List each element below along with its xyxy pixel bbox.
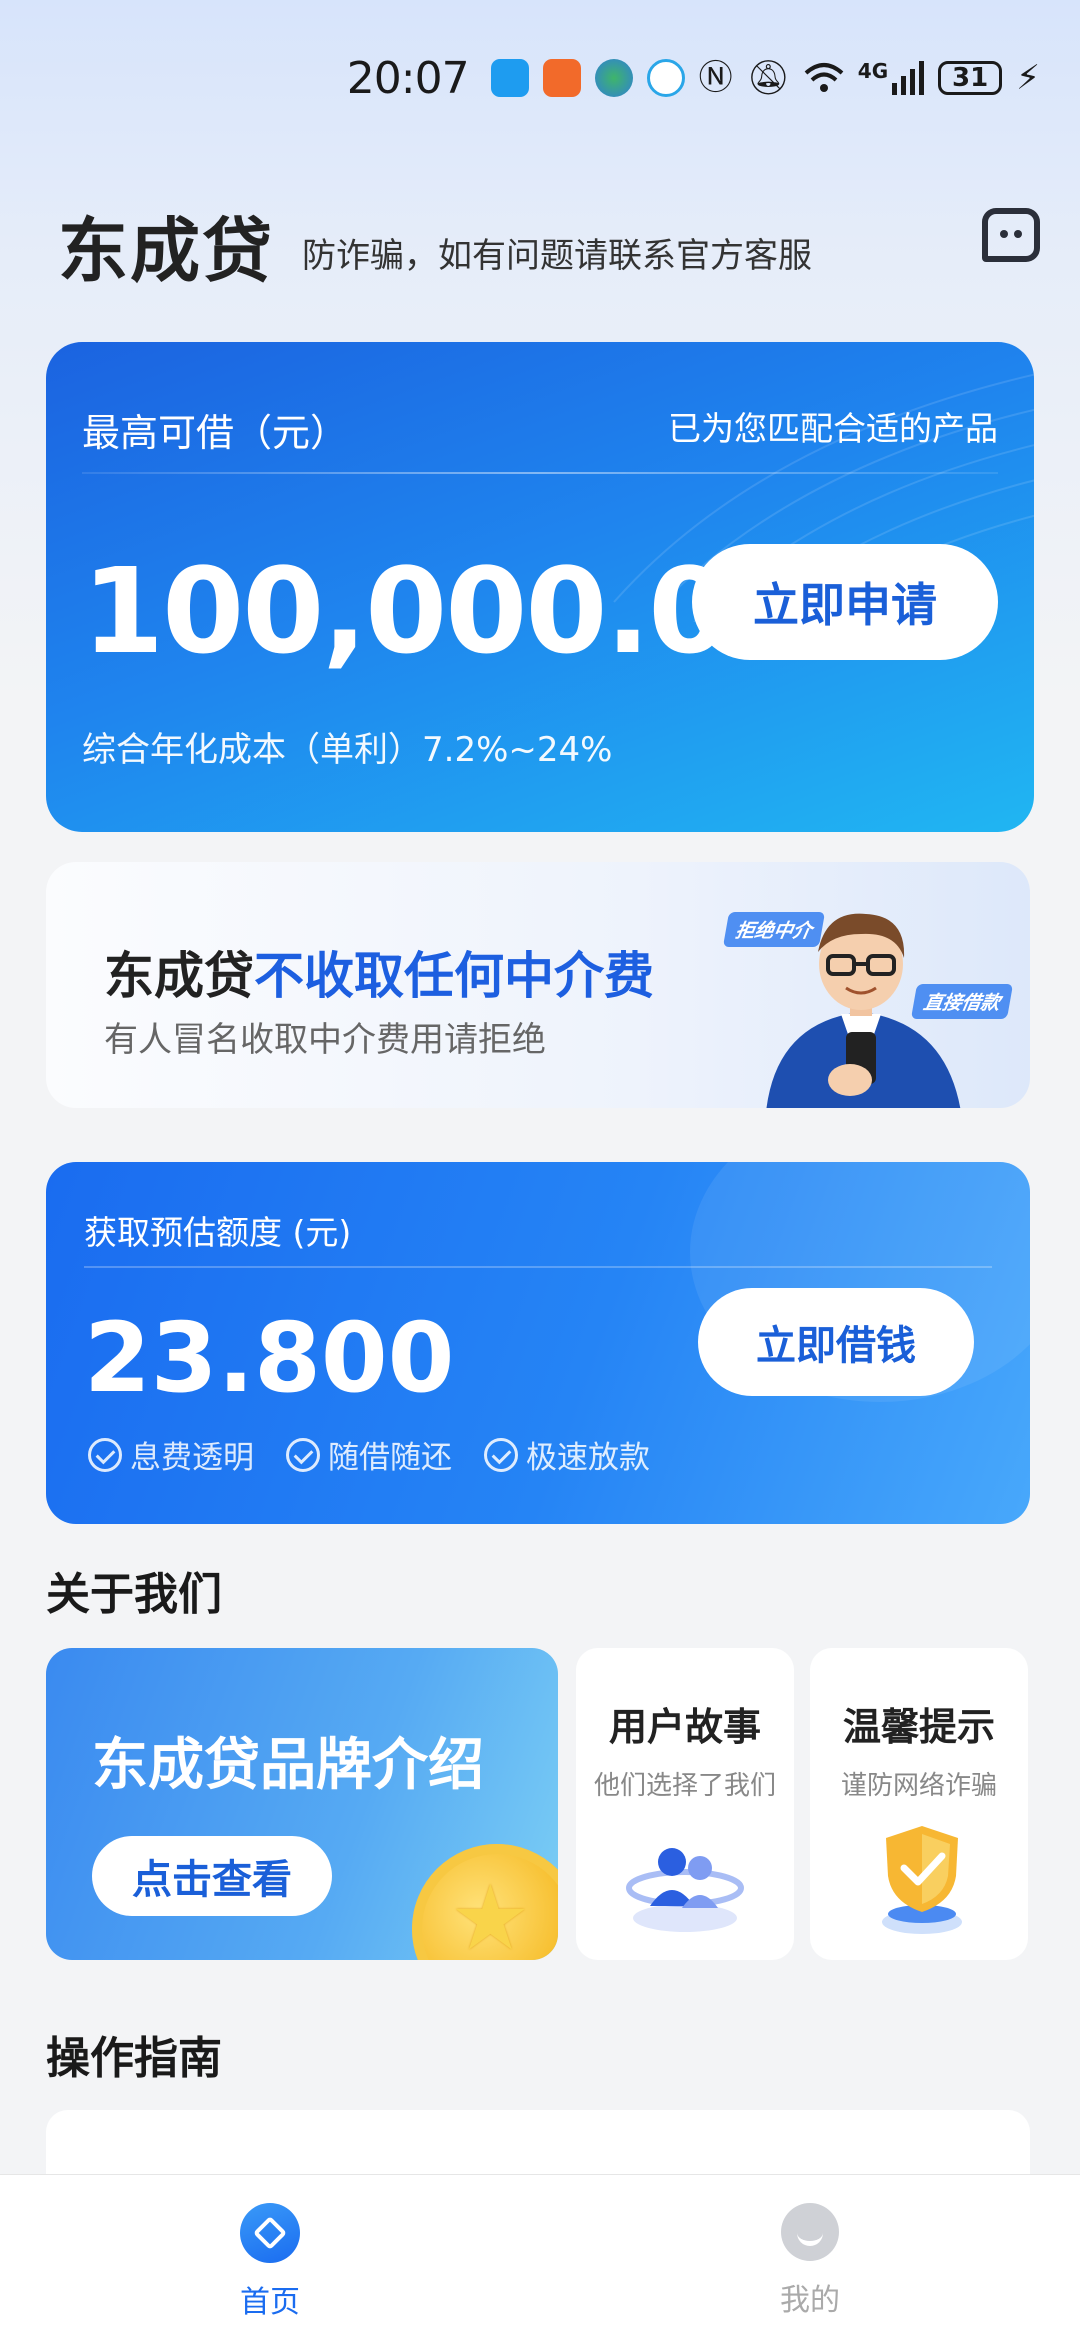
signal-icon: [892, 61, 925, 95]
browser-app-icon: [646, 59, 685, 97]
charging-icon: ⚡: [1016, 58, 1040, 98]
promo-headline: 东成贷不收取任何中介费: [104, 936, 654, 1008]
no-agent-fee-banner[interactable]: 东成贷不收取任何中介费 有人冒名收取中介费用请拒绝 拒绝中介 直接借款: [46, 862, 1030, 1108]
apply-now-button[interactable]: 立即申请: [692, 544, 998, 660]
globe-app-icon: [594, 59, 633, 97]
check-circle-icon: [88, 1437, 122, 1472]
divider: [84, 1266, 992, 1268]
feature-item: 息费透明: [88, 1432, 254, 1477]
estimate-label: 获取预估额度 (元): [84, 1213, 352, 1252]
feature-list: 息费透明 随借随还 极速放款: [88, 1432, 650, 1477]
network-type: 4G: [857, 59, 889, 83]
check-circle-icon: [484, 1437, 518, 1472]
home-icon: [240, 2203, 300, 2263]
direct-loan-tag: 直接借款: [910, 984, 1014, 1019]
nav-home[interactable]: 首页: [0, 2175, 540, 2340]
warm-tips-card[interactable]: 温馨提示 谨防网络诈骗: [810, 1648, 1028, 1960]
header: 东成贷 防诈骗，如有问题请联系官方客服: [58, 200, 1040, 292]
nav-mine[interactable]: 我的: [540, 2175, 1080, 2340]
annual-rate-text: 综合年化成本（单利）7.2%~24%: [82, 730, 613, 770]
wifi-icon: [804, 63, 844, 92]
nav-mine-label: 我的: [780, 2283, 840, 2318]
shield-icon: [882, 1826, 962, 1934]
orange-app-icon: [542, 59, 581, 97]
brand-intro-title: 东成贷品牌介绍: [92, 1733, 484, 1798]
view-details-button[interactable]: 点击查看: [92, 1836, 332, 1916]
estimate-amount: 23.800: [84, 1302, 455, 1414]
feature-item: 随借随还: [286, 1432, 452, 1477]
mute-icon: 🔕︎: [746, 58, 790, 98]
feature-label: 极速放款: [526, 1440, 650, 1476]
nfc-icon: Ⓝ: [698, 58, 733, 98]
status-bar: 20:07 Ⓝ 🔕︎ 4G 31 ⚡: [347, 48, 1040, 108]
feature-label: 息费透明: [130, 1440, 254, 1476]
bottom-navigation: 首页 我的: [0, 2174, 1080, 2340]
user-stories-card[interactable]: 用户故事 他们选择了我们: [576, 1648, 794, 1960]
reject-agent-tag: 拒绝中介: [722, 912, 826, 947]
user-stories-subtitle: 他们选择了我们: [593, 1771, 776, 1801]
battery-indicator: 31: [938, 61, 1003, 95]
app-title: 东成贷: [58, 209, 274, 292]
customer-service-icon[interactable]: [982, 208, 1040, 262]
status-time: 20:07: [346, 52, 470, 104]
max-loan-card: 最高可借（元） 已为您匹配合适的产品 100,000.00 立即申请 综合年化成…: [46, 342, 1034, 832]
promo-highlight: 不收取任何中介费: [254, 947, 654, 1005]
about-section-title: 关于我们: [46, 1569, 222, 1620]
feature-label: 随借随还: [328, 1440, 452, 1476]
nav-home-label: 首页: [240, 2285, 300, 2320]
message-app-icon: [490, 59, 529, 97]
brand-intro-card[interactable]: 东成贷品牌介绍 点击查看: [46, 1648, 558, 1960]
users-icon: [626, 1848, 744, 1932]
anti-fraud-notice: 防诈骗，如有问题请联系官方客服: [302, 235, 812, 276]
warm-tips-title: 温馨提示: [842, 1705, 995, 1749]
promo-brand: 东成贷: [104, 947, 254, 1005]
matched-product-text: 已为您匹配合适的产品: [668, 409, 998, 448]
feature-item: 极速放款: [484, 1432, 650, 1477]
max-loan-label: 最高可借（元）: [82, 411, 349, 455]
divider: [82, 472, 998, 474]
check-circle-icon: [286, 1437, 320, 1472]
estimate-quota-card: 获取预估额度 (元) 23.800 立即借钱 息费透明 随借随还 极速放款: [46, 1162, 1030, 1524]
user-stories-title: 用户故事: [608, 1705, 761, 1749]
warm-tips-subtitle: 谨防网络诈骗: [840, 1771, 997, 1801]
star-coin-icon: [412, 1844, 558, 1960]
borrow-now-button[interactable]: 立即借钱: [698, 1288, 974, 1396]
promo-subtitle: 有人冒名收取中介费用请拒绝: [104, 1020, 546, 1060]
guide-section-title: 操作指南: [46, 2033, 222, 2084]
profile-icon: [781, 2203, 839, 2261]
